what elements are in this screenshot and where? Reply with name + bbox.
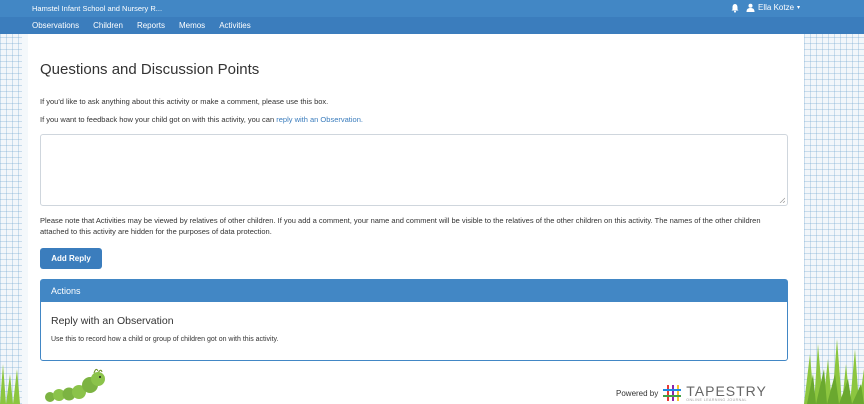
- intro-text: If you'd like to ask anything about this…: [40, 97, 329, 106]
- user-name: Ella Kotze: [758, 3, 795, 12]
- feedback-prefix: If you want to feedback how your child g…: [40, 115, 277, 124]
- add-reply-button[interactable]: Add Reply: [40, 248, 102, 269]
- resize-handle-icon[interactable]: [779, 197, 785, 203]
- nav-item-observations[interactable]: Observations: [32, 21, 79, 30]
- caterpillar-logo: [45, 368, 105, 402]
- powered-by-label: Powered by: [616, 388, 659, 398]
- grass-decoration-left: [0, 364, 20, 404]
- privacy-note: Please note that Activities may be viewe…: [40, 216, 761, 236]
- nav-item-reports[interactable]: Reports: [137, 21, 165, 30]
- top-navbar: Hamstel Infant School and Nursery R... E…: [0, 0, 864, 34]
- feedback-text: If you want to feedback how your child g…: [40, 115, 363, 124]
- reply-with-observation-link[interactable]: reply with an Observation.: [276, 115, 363, 124]
- user-menu[interactable]: Ella Kotze ▾: [746, 3, 800, 12]
- main-content: Questions and Discussion Points If you'd…: [28, 34, 804, 404]
- reply-textarea[interactable]: [40, 134, 788, 206]
- actions-panel: Actions Reply with an Observation Use th…: [40, 279, 788, 361]
- user-icon: [746, 3, 755, 12]
- header-row: Hamstel Infant School and Nursery R... E…: [0, 0, 864, 17]
- grass-decoration-right: [804, 339, 864, 404]
- main-nav: Observations Children Reports Memos Acti…: [0, 17, 864, 34]
- actions-panel-header: Actions: [41, 280, 787, 302]
- nav-item-activities[interactable]: Activities: [219, 21, 251, 30]
- bell-icon[interactable]: [730, 3, 740, 13]
- reply-with-observation-action[interactable]: Reply with an Observation: [51, 315, 174, 327]
- action-description: Use this to record how a child or group …: [51, 336, 279, 343]
- tapestry-wordmark: TAPESTRY ONLINE LEARNING JOURNAL: [686, 384, 767, 402]
- powered-by-tapestry: Powered by TAPESTRY ONLINE LEARNING JOUR…: [616, 384, 767, 402]
- tapestry-tagline: ONLINE LEARNING JOURNAL: [686, 398, 747, 402]
- tapestry-logo-icon: [663, 385, 682, 401]
- nav-item-memos[interactable]: Memos: [179, 21, 205, 30]
- nav-item-children[interactable]: Children: [93, 21, 123, 30]
- school-name-link[interactable]: Hamstel Infant School and Nursery R...: [32, 4, 162, 13]
- page-title: Questions and Discussion Points: [40, 61, 260, 78]
- chevron-down-icon: ▾: [797, 5, 801, 11]
- tapestry-brand: TAPESTRY: [686, 383, 767, 399]
